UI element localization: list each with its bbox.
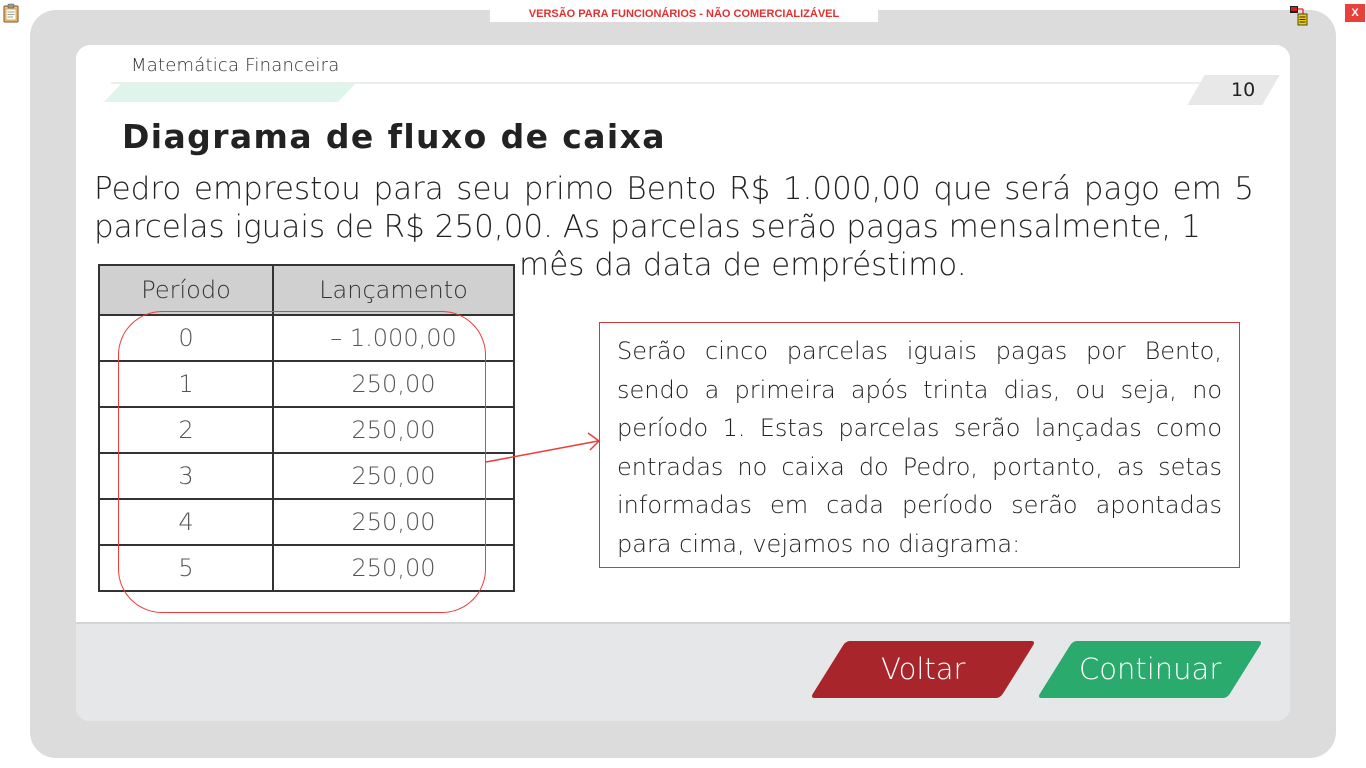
slide-page: Matemática Financeira 10 Diagrama de flu… bbox=[76, 45, 1290, 721]
column-header-entry: Lançamento bbox=[272, 264, 515, 316]
table-header-row: Período Lançamento bbox=[97, 264, 515, 316]
entry-cell: – 1.000,00 bbox=[272, 314, 515, 362]
entry-cell: 250,00 bbox=[272, 360, 515, 408]
table-row: 0 – 1.000,00 bbox=[97, 314, 515, 362]
network-status-icon[interactable] bbox=[1289, 4, 1311, 26]
table-row: 3 250,00 bbox=[97, 452, 515, 500]
column-header-period: Período bbox=[97, 264, 275, 316]
continue-button[interactable]: Continuar bbox=[1037, 641, 1263, 698]
employee-version-banner: VERSÃO PARA FUNCIONÁRIOS - NÃO COMERCIAL… bbox=[490, 6, 878, 22]
back-button[interactable]: Voltar bbox=[810, 641, 1036, 698]
period-cell: 2 bbox=[97, 406, 275, 454]
table-row: 5 250,00 bbox=[97, 544, 515, 592]
back-button-label: Voltar bbox=[880, 652, 966, 686]
problem-line-1: Pedro emprestou para seu primo Bento R$ … bbox=[94, 171, 1254, 207]
entry-cell: 250,00 bbox=[272, 544, 515, 592]
header-rule bbox=[111, 82, 1261, 84]
explanation-callout: Serão cinco parcelas iguais pagas por Be… bbox=[599, 322, 1240, 568]
entry-cell: 250,00 bbox=[272, 406, 515, 454]
continue-button-label: Continuar bbox=[1078, 652, 1222, 686]
page-number: 10 bbox=[1231, 79, 1256, 101]
close-button[interactable]: X bbox=[1345, 4, 1365, 22]
period-cell: 3 bbox=[97, 452, 275, 500]
problem-line-2: parcelas iguais de R$ 250,00. As parcela… bbox=[94, 209, 1201, 245]
page-number-badge: 10 bbox=[1187, 75, 1280, 105]
cash-flow-table: Período Lançamento 0 – 1.000,00 1 250,00… bbox=[97, 264, 515, 592]
clipboard-icon[interactable] bbox=[3, 3, 19, 23]
entry-cell: 250,00 bbox=[272, 498, 515, 546]
period-cell: 0 bbox=[97, 314, 275, 362]
table-row: 2 250,00 bbox=[97, 406, 515, 454]
entry-cell: 250,00 bbox=[272, 452, 515, 500]
period-cell: 4 bbox=[97, 498, 275, 546]
course-title: Matemática Financeira bbox=[131, 55, 340, 76]
table-row: 4 250,00 bbox=[97, 498, 515, 546]
header-accent-stripe bbox=[104, 83, 356, 102]
period-cell: 5 bbox=[97, 544, 275, 592]
arrow-right-icon bbox=[485, 432, 601, 463]
table-row: 1 250,00 bbox=[97, 360, 515, 408]
period-cell: 1 bbox=[97, 360, 275, 408]
page-heading: Diagrama de fluxo de caixa bbox=[122, 117, 666, 156]
